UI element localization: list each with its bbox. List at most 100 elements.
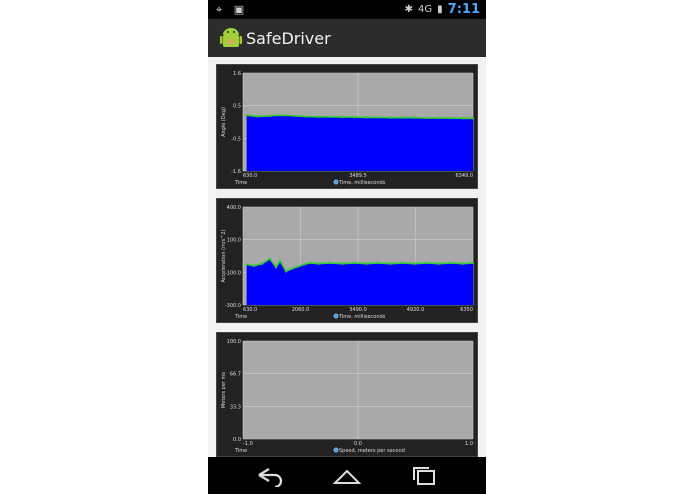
x-tick-label: 0.0 xyxy=(354,441,362,447)
data-point xyxy=(353,261,356,265)
clock: 7:11 xyxy=(447,2,480,17)
x-tick-label: 6350 xyxy=(460,307,473,313)
y-tick-label: 66.7 xyxy=(230,372,241,378)
legend-label: Speed, meters per second xyxy=(339,448,405,454)
back-icon[interactable] xyxy=(255,465,285,487)
data-point xyxy=(353,115,356,119)
series-area xyxy=(246,258,473,305)
data-point xyxy=(292,114,296,118)
data-point xyxy=(260,262,264,265)
data-point xyxy=(268,114,272,118)
battery-icon: ▮ xyxy=(437,4,443,15)
data-point xyxy=(252,264,256,267)
network-label: 4G xyxy=(418,4,433,15)
home-icon[interactable] xyxy=(332,465,362,487)
data-point xyxy=(280,114,284,117)
app-title: SafeDriver xyxy=(246,29,331,48)
x-tick-label: 4920.0 xyxy=(407,307,425,313)
data-point xyxy=(425,116,428,120)
data-point xyxy=(365,116,368,119)
data-point xyxy=(274,266,278,269)
data-point xyxy=(401,261,404,265)
y-tick-label: 1.6 xyxy=(233,71,241,77)
x-tick-label: 3489.5 xyxy=(349,173,367,179)
y-tick-label: -1.6 xyxy=(231,169,241,175)
data-point xyxy=(302,263,306,266)
speed-chart: -1.0 0.0 1.0100.066.733.30.0Meters per msT… xyxy=(221,339,474,454)
status-right: ✱ 4G ▮ 7:11 xyxy=(405,2,480,17)
data-point xyxy=(341,115,344,119)
x-tick-label: 3490.0 xyxy=(349,307,367,313)
data-point xyxy=(437,262,441,265)
data-point xyxy=(316,262,320,265)
series-area xyxy=(246,115,473,171)
data-point xyxy=(437,116,441,120)
angle-chart: 630.0 3489.5 6349.0 1.6 0.5 -0.5 -1.6 Angle (De… xyxy=(221,71,475,186)
data-point xyxy=(317,115,320,118)
y-axis-label: Angle (Deg) xyxy=(221,107,227,137)
legend-marker xyxy=(333,447,339,453)
image-icon: ▣ xyxy=(233,3,245,16)
data-point xyxy=(425,261,428,265)
y-tick-label: -100.0 xyxy=(225,270,241,276)
bluetooth-icon: ✱ xyxy=(404,4,414,15)
data-point xyxy=(304,115,308,118)
data-point xyxy=(245,114,248,117)
x-axis-label: Time xyxy=(234,314,247,320)
data-point xyxy=(284,270,288,273)
angle-chart-card: 630.0 3489.5 6349.0 1.6 0.5 -0.5 -1.6 Angle (De… xyxy=(216,64,478,189)
data-point xyxy=(461,262,465,265)
y-tick-label: 100.0 xyxy=(227,238,241,244)
y-axis-label: Meters per ms xyxy=(221,372,227,408)
status-bar: ⌖ ▣ ✱ 4G ▮ 7:11 xyxy=(208,0,486,19)
android-icon[interactable] xyxy=(220,26,242,50)
x-tick-label: 6349.0 xyxy=(456,173,474,179)
status-left-icons: ⌖ ▣ xyxy=(216,3,244,17)
data-point xyxy=(401,116,404,119)
data-point xyxy=(268,257,272,260)
y-tick-label: 0.0 xyxy=(233,437,241,443)
data-point xyxy=(296,265,300,268)
y-tick-label: -300.0 xyxy=(225,303,241,309)
data-point xyxy=(413,262,416,265)
data-point xyxy=(256,115,260,118)
data-point xyxy=(329,115,332,118)
data-point xyxy=(245,263,248,266)
data-point xyxy=(377,261,380,265)
y-axis-label: Acceleration (m/s^2) xyxy=(221,229,227,282)
legend-marker xyxy=(333,313,339,319)
legend-marker xyxy=(333,179,339,185)
data-point xyxy=(308,261,312,265)
legend-label: Time, milliseconds xyxy=(338,314,386,320)
y-tick-label: -0.5 xyxy=(231,136,241,142)
speed-chart-card: -1.0 0.0 1.0 100.0 66.7 33.3 0.0 Meters per ms T… xyxy=(216,332,478,457)
y-tick-label: 400.0 xyxy=(227,205,241,211)
data-point xyxy=(365,262,368,265)
y-tick-label: 0.5 xyxy=(233,104,241,110)
acceleration-chart-card: 630.0 2060.0 3490.0 4920.0 6350 400.0 100.0 -10… xyxy=(216,198,478,323)
navigation-bar xyxy=(208,457,486,494)
x-tick-label: 2060.0 xyxy=(292,307,310,313)
y-tick-label: 33.3 xyxy=(230,404,241,410)
legend-label: Time, milliseconds xyxy=(338,180,386,186)
acceleration-chart: 630.0 2060.0 3490.0 4920.0 6350 400.0 100.0 -10… xyxy=(221,205,475,320)
data-point xyxy=(341,262,344,265)
data-point xyxy=(449,261,453,265)
action-bar: SafeDriver xyxy=(208,19,486,57)
data-point xyxy=(389,262,392,265)
data-point xyxy=(461,117,465,120)
phone-screen: ⌖ ▣ ✱ 4G ▮ 7:11 SafeDriver 630.0 3489.5 63… xyxy=(208,0,486,494)
x-axis-label: Time xyxy=(234,180,247,186)
x-tick-label: -1.0 xyxy=(243,441,253,447)
x-tick-label: 1.0 xyxy=(465,441,473,447)
data-point xyxy=(413,116,416,119)
data-point xyxy=(290,267,294,270)
data-point xyxy=(471,117,475,120)
gps-icon: ⌖ xyxy=(216,3,223,16)
x-tick-label: 630.0 xyxy=(243,307,257,313)
recent-apps-icon[interactable] xyxy=(410,465,440,487)
data-point xyxy=(389,116,392,119)
data-point xyxy=(329,261,332,265)
x-axis-label: Time xyxy=(234,448,247,454)
x-tick-label: 630.0 xyxy=(243,173,257,179)
